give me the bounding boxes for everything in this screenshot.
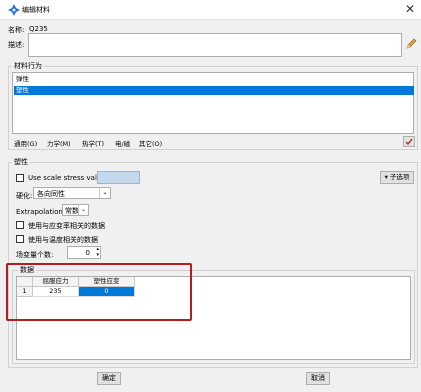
use-scale-stress-checkbox[interactable] [16, 174, 24, 182]
menu-mechanical[interactable]: 力学(M) [47, 138, 71, 148]
cancel-button[interactable]: 取消 [306, 372, 330, 385]
extrapolation-select[interactable]: 常数 ⌄ [62, 204, 89, 216]
annotation-highlight-box [6, 263, 192, 321]
suboptions-button[interactable]: ▾ 子选项 [380, 171, 414, 184]
strain-rate-checkbox[interactable] [16, 221, 24, 229]
title-bar [0, 0, 421, 20]
field-vars-spinner[interactable]: 0 ▴ ▾ [67, 246, 101, 259]
chevron-down-icon: ⌄ [78, 205, 88, 215]
menu-thermal[interactable]: 热学(T) [82, 138, 104, 148]
ok-button[interactable]: 确定 [97, 372, 121, 385]
field-vars-label: 场变量个数: [16, 251, 54, 259]
use-scale-stress-label: Use scale stress value: [28, 174, 108, 182]
strain-rate-label: 使用与应变率相关的数据 [28, 222, 105, 230]
abaqus-cross-icon [8, 4, 20, 16]
hardening-value: 各向同性 [37, 190, 65, 198]
delete-icon[interactable] [403, 136, 415, 147]
extrapolation-label: Extrapolation: [16, 208, 66, 216]
dropdown-arrow-icon: ▾ [384, 173, 388, 181]
suboptions-label: 子选项 [389, 173, 410, 181]
description-label: 描述: [8, 41, 25, 49]
material-behaviors-title: 材料行为 [12, 61, 44, 71]
behavior-list[interactable]: 弹性 塑性 [12, 72, 414, 134]
description-field[interactable] [28, 33, 402, 57]
menu-electrical-magnetic[interactable]: 电/磁 [115, 138, 130, 148]
behavior-item-plastic[interactable]: 塑性 [14, 86, 414, 95]
scale-stress-input[interactable] [97, 171, 140, 184]
behavior-item-elastic[interactable]: 弹性 [14, 75, 414, 84]
name-label: 名称: [8, 26, 25, 34]
menu-general[interactable]: 通用(G) [14, 138, 37, 148]
menu-other[interactable]: 其它(O) [139, 138, 162, 148]
name-value: Q235 [29, 25, 48, 33]
window-title: 编辑材料 [22, 6, 50, 14]
hardening-label: 硬化: [16, 192, 33, 200]
plasticity-title: 塑性 [12, 157, 30, 167]
spin-down-icon[interactable]: ▾ [96, 253, 99, 258]
extrapolation-value: 常数 [65, 207, 79, 215]
hardening-select[interactable]: 各向同性 ⌄ [33, 187, 111, 199]
temperature-checkbox[interactable] [16, 235, 24, 243]
close-icon[interactable]: ✕ [403, 2, 417, 16]
field-vars-value: 0 [85, 249, 90, 257]
pencil-icon[interactable] [405, 38, 417, 50]
chevron-down-icon: ⌄ [99, 188, 110, 198]
temperature-label: 使用与温度相关的数据 [28, 236, 98, 244]
